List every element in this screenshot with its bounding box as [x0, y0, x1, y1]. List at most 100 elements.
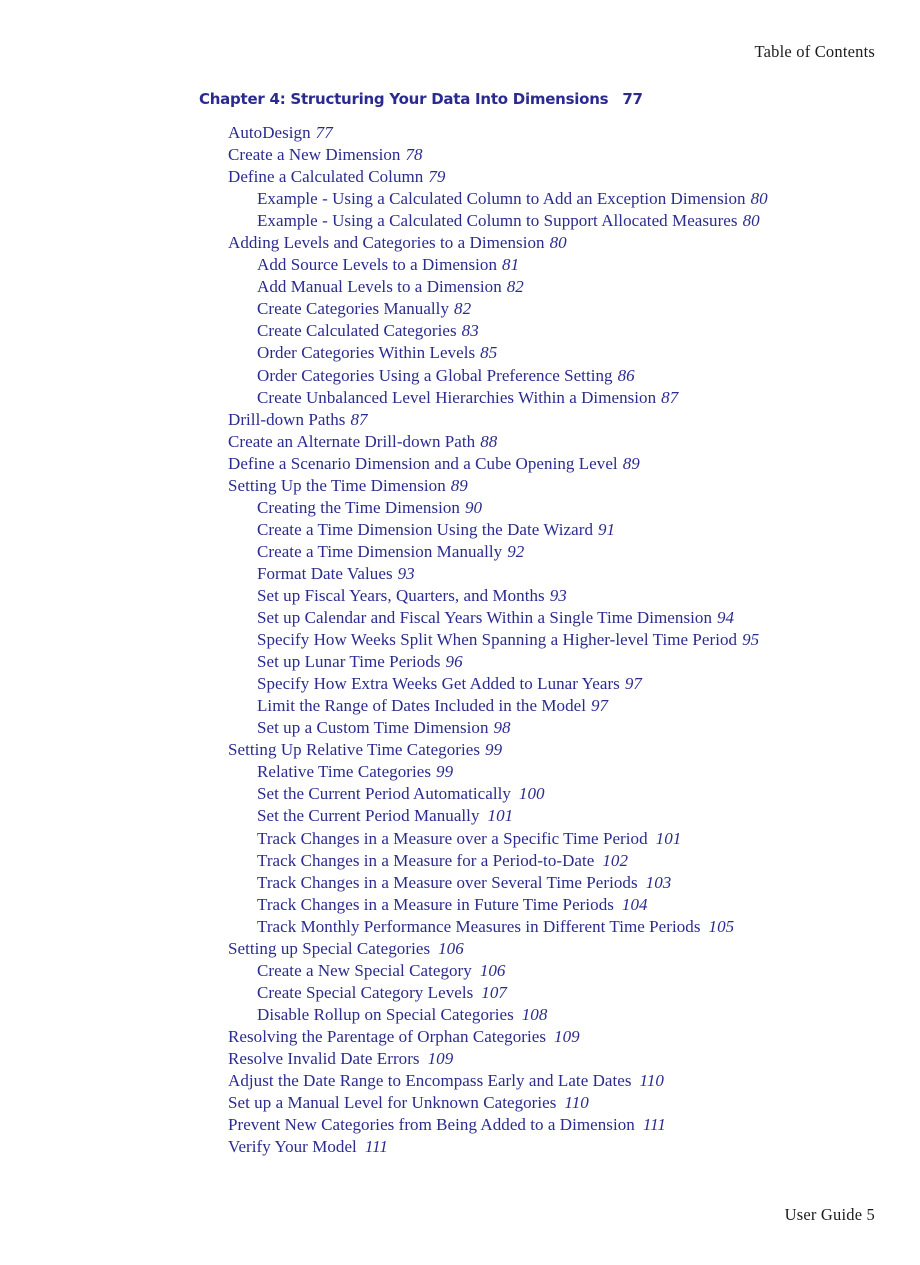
toc-entry-title: Track Changes in a Measure in Future Tim… — [257, 894, 614, 914]
toc-entry[interactable]: Create Calculated Categories 83 — [257, 320, 920, 342]
toc-entry-page-number: 109 — [427, 1048, 454, 1068]
toc-entry[interactable]: Track Changes in a Measure over Several … — [257, 872, 920, 894]
toc-entry[interactable]: Define a Calculated Column 79 — [228, 166, 920, 188]
toc-entry[interactable]: Add Manual Levels to a Dimension 82 — [257, 276, 920, 298]
toc-entry[interactable]: Create a New Special Category 106 — [257, 960, 920, 982]
table-of-contents-list: Chapter 4: Structuring Your Data Into Di… — [0, 89, 920, 1158]
toc-entry-title: Define a Scenario Dimension and a Cube O… — [228, 453, 618, 473]
toc-entry[interactable]: Example - Using a Calculated Column to S… — [257, 210, 920, 232]
toc-entry-title: Resolving the Parentage of Orphan Catego… — [228, 1026, 547, 1046]
toc-entry-page-number: 99 — [485, 740, 503, 760]
toc-entry[interactable]: Track Changes in a Measure for a Period-… — [257, 850, 920, 872]
chapter-heading[interactable]: Chapter 4: Structuring Your Data Into Di… — [199, 89, 920, 109]
toc-entry-title: Create a New Special Category — [257, 960, 472, 980]
toc-entry-title: Relative Time Categories — [257, 762, 432, 782]
toc-entry-page-number: 101 — [487, 806, 514, 826]
toc-entry[interactable]: Create a Time Dimension Manually 92 — [257, 541, 920, 563]
toc-entry-title: Set the Current Period Manually — [257, 806, 480, 826]
toc-entry-page-number: 78 — [405, 145, 423, 165]
toc-entry-title: Set up a Manual Level for Unknown Catego… — [228, 1093, 557, 1113]
toc-entry-title: Verify Your Model — [228, 1137, 357, 1157]
toc-entry[interactable]: Create a Time Dimension Using the Date W… — [257, 519, 920, 541]
toc-entry-page-number: 97 — [624, 674, 642, 694]
running-head-table-of-contents: Table of Contents — [754, 42, 875, 61]
toc-entry[interactable]: Format Date Values 93 — [257, 563, 920, 585]
toc-entry[interactable]: Set up Lunar Time Periods 96 — [257, 651, 920, 673]
toc-entry-page-number: 80 — [750, 189, 768, 209]
toc-entry-title: Create Calculated Categories — [257, 321, 457, 341]
toc-entry[interactable]: Set up Calendar and Fiscal Years Within … — [257, 607, 920, 629]
toc-entry-page-number: 98 — [493, 718, 511, 738]
toc-entry[interactable]: Set up a Custom Time Dimension 98 — [257, 717, 920, 739]
toc-entry[interactable]: Setting Up the Time Dimension 89 — [228, 475, 920, 497]
toc-entry-page-number: 89 — [622, 453, 640, 473]
toc-entry-title: Set up Fiscal Years, Quarters, and Month… — [257, 585, 545, 605]
toc-entry-title: Format Date Values — [257, 563, 393, 583]
toc-entry[interactable]: Set up a Manual Level for Unknown Catego… — [228, 1092, 920, 1114]
toc-entry[interactable]: Add Source Levels to a Dimension 81 — [257, 254, 920, 276]
toc-entry[interactable]: AutoDesign 77 — [228, 122, 920, 144]
toc-entry-title: Create Unbalanced Level Hierarchies With… — [257, 387, 657, 407]
toc-entry[interactable]: Create a New Dimension 78 — [228, 144, 920, 166]
toc-entry-title: Specify How Weeks Split When Spanning a … — [257, 630, 738, 650]
toc-entry[interactable]: Example - Using a Calculated Column to A… — [257, 188, 920, 210]
toc-entry-page-number: 93 — [549, 585, 567, 605]
toc-entry[interactable]: Limit the Range of Dates Included in the… — [257, 695, 920, 717]
toc-entry[interactable]: Adding Levels and Categories to a Dimens… — [228, 232, 920, 254]
toc-entry-page-number: 82 — [506, 277, 524, 297]
toc-entry[interactable]: Prevent New Categories from Being Added … — [228, 1114, 920, 1136]
toc-entry[interactable]: Track Changes in a Measure in Future Tim… — [257, 894, 920, 916]
toc-entry[interactable]: Create an Alternate Drill-down Path 88 — [228, 431, 920, 453]
running-foot-user-guide: User Guide 5 — [784, 1205, 875, 1224]
toc-entry-title: Resolve Invalid Date Errors — [228, 1048, 420, 1068]
toc-entry-page-number: 85 — [480, 343, 498, 363]
toc-entry[interactable]: Track Changes in a Measure over a Specif… — [257, 828, 920, 850]
toc-entry-title: Track Monthly Performance Measures in Di… — [257, 916, 701, 936]
toc-entry-title: Order Categories Using a Global Preferen… — [257, 365, 613, 385]
toc-entry[interactable]: Define a Scenario Dimension and a Cube O… — [228, 453, 920, 475]
toc-entry-page-number: 92 — [507, 541, 525, 561]
toc-entry-title: Prevent New Categories from Being Added … — [228, 1115, 635, 1135]
toc-entry[interactable]: Order Categories Using a Global Preferen… — [257, 365, 920, 387]
toc-entry-page-number: 105 — [708, 916, 735, 936]
toc-entry-page-number: 81 — [502, 255, 520, 275]
toc-entry[interactable]: Adjust the Date Range to Encompass Early… — [228, 1070, 920, 1092]
toc-entry[interactable]: Verify Your Model 111 — [228, 1136, 920, 1158]
toc-entry[interactable]: Set the Current Period Automatically 100 — [257, 783, 920, 805]
toc-entry[interactable]: Resolving the Parentage of Orphan Catego… — [228, 1026, 920, 1048]
toc-entry[interactable]: Resolve Invalid Date Errors 109 — [228, 1048, 920, 1070]
toc-entry-title: Drill-down Paths — [228, 409, 346, 429]
toc-entry[interactable]: Set the Current Period Manually 101 — [257, 805, 920, 827]
toc-entry-page-number: 110 — [639, 1071, 664, 1091]
toc-entry[interactable]: Create Unbalanced Level Hierarchies With… — [257, 387, 920, 409]
toc-entry[interactable]: Track Monthly Performance Measures in Di… — [257, 916, 920, 938]
toc-entry[interactable]: Disable Rollup on Special Categories 108 — [257, 1004, 920, 1026]
toc-entry[interactable]: Order Categories Within Levels 85 — [257, 342, 920, 364]
toc-entry-title: Create Categories Manually — [257, 299, 450, 319]
toc-entry-page-number: 94 — [717, 608, 735, 628]
toc-entry[interactable]: Creating the Time Dimension 90 — [257, 497, 920, 519]
toc-entry[interactable]: Create Special Category Levels 107 — [257, 982, 920, 1004]
toc-entry-title: Set the Current Period Automatically — [257, 784, 511, 804]
toc-entry-title: Create a New Dimension — [228, 145, 401, 165]
toc-entry-page-number: 100 — [518, 784, 545, 804]
toc-entry-page-number: 77 — [315, 123, 333, 142]
toc-entry[interactable]: Set up Fiscal Years, Quarters, and Month… — [257, 585, 920, 607]
toc-entry[interactable]: Specify How Weeks Split When Spanning a … — [257, 629, 920, 651]
toc-entry-page-number: 96 — [445, 652, 463, 672]
toc-entry-title: AutoDesign — [228, 123, 311, 142]
toc-entry-page-number: 111 — [364, 1137, 388, 1157]
toc-entry[interactable]: Relative Time Categories 99 — [257, 761, 920, 783]
toc-entry[interactable]: Drill-down Paths 87 — [228, 409, 920, 431]
toc-entry-title: Set up a Custom Time Dimension — [257, 718, 489, 738]
toc-entry-title: Track Changes in a Measure for a Period-… — [257, 850, 595, 870]
toc-entries: AutoDesign 77 Create a New Dimension 78 Defi… — [0, 122, 920, 1158]
toc-entry-page-number: 88 — [480, 431, 498, 451]
toc-entry[interactable]: Setting Up Relative Time Categories 99 — [228, 739, 920, 761]
toc-entry-page-number: 103 — [645, 872, 672, 892]
toc-entry[interactable]: Create Categories Manually 82 — [257, 298, 920, 320]
toc-entry-page-number: 79 — [428, 167, 446, 187]
toc-entry[interactable]: Setting up Special Categories 106 — [228, 938, 920, 960]
toc-entry[interactable]: Specify How Extra Weeks Get Added to Lun… — [257, 673, 920, 695]
toc-entry-title: Setting up Special Categories — [228, 938, 431, 958]
